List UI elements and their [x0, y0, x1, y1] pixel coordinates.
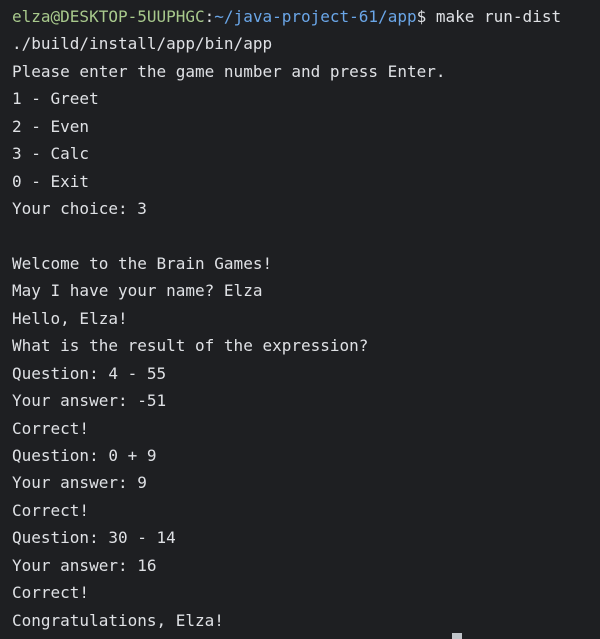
output-line: 3 - Calc [12, 144, 90, 164]
output-line: What is the result of the expression? [12, 336, 369, 356]
output-line: Your answer: 16 [12, 555, 157, 575]
output-line: 0 - Exit [12, 171, 90, 191]
output-line: 1 - Greet [12, 89, 99, 109]
output-line: Correct! [12, 500, 90, 520]
output-line: Question: 0 + 9 [12, 446, 157, 465]
output-line: May I have your name? Elza [12, 281, 263, 301]
output-line: Correct! [12, 418, 90, 438]
output-line: Congratulations, Elza! [12, 610, 224, 630]
output-line: Your answer: -51 [12, 391, 167, 411]
output-line: Hello, Elza! [12, 308, 128, 328]
command-text: make run-dist [435, 7, 562, 26]
output-line: Please enter the game number and press E… [12, 61, 446, 81]
terminal-window[interactable]: elza@DESKTOP-5UUPHGC:~/java-project-61/a… [0, 0, 600, 639]
output-line: 2 - Even [12, 116, 90, 136]
output-line: Question: 30 - 14 [12, 528, 176, 548]
prompt-user-host: elza@DESKTOP-5UUPHGC [12, 7, 205, 26]
prompt-line: elza@DESKTOP-5UUPHGC:~/java-project-61/a… [12, 3, 600, 30]
prompt-symbol: $ [416, 7, 436, 26]
output-line: Question: 4 - 55 [12, 363, 167, 383]
prompt-path: ~/java-project-61/app [214, 7, 417, 26]
output-line: Your answer: 9 [12, 473, 147, 493]
prompt-separator: : [204, 7, 215, 26]
text-cursor [452, 633, 462, 639]
output-line: Your choice: 3 [12, 199, 147, 219]
output-line: ./build/install/app/bin/app [12, 34, 273, 54]
output-line: Welcome to the Brain Games! [12, 253, 273, 273]
output-line: Correct! [12, 583, 90, 603]
